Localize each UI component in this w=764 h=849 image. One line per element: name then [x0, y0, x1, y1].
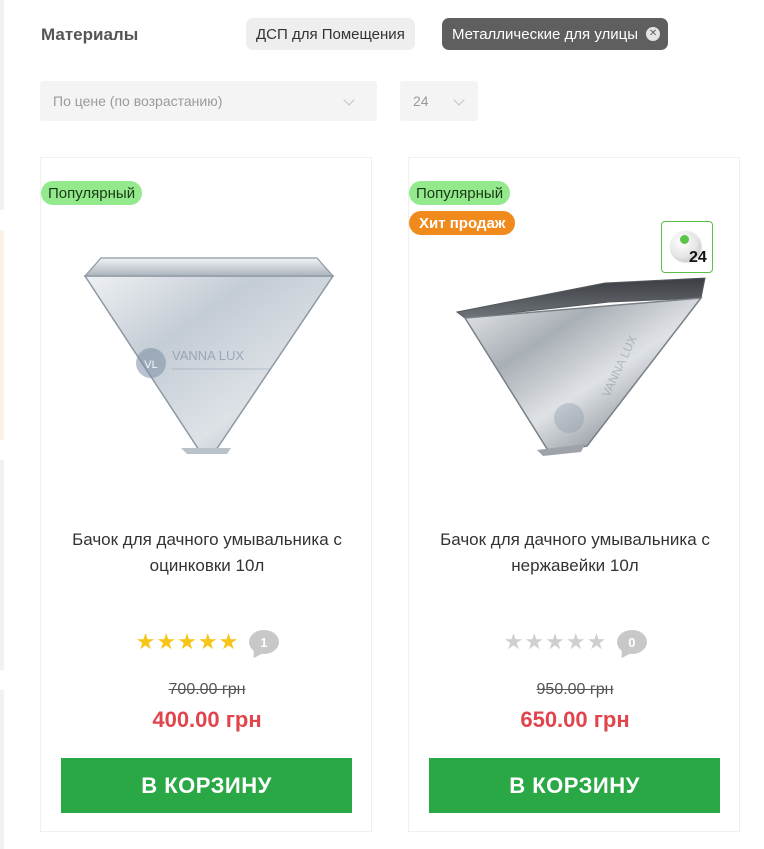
star-icon: ★	[177, 629, 197, 654]
old-price: 950.00 грн	[536, 681, 614, 698]
product-card: Популярный VL VANNA LUX Бачок для дачног…	[40, 157, 372, 832]
product-image[interactable]: VANNA LUX	[409, 228, 741, 528]
add-to-cart-button[interactable]: В КОРЗИНУ	[61, 758, 352, 813]
price: 650.00 грн	[520, 707, 630, 732]
edge-artifact	[0, 230, 4, 440]
sort-select-value: По цене (по возрастанию)	[53, 93, 223, 109]
edge-artifact	[0, 690, 4, 849]
star-icon: ★	[586, 629, 607, 654]
close-icon[interactable]: ✕	[646, 27, 661, 41]
per-page-value: 24	[413, 93, 429, 109]
product-image[interactable]: VL VANNA LUX	[41, 228, 373, 528]
star-icon: ★	[156, 629, 177, 654]
star-icon: ★	[135, 629, 156, 654]
product-title[interactable]: Бачок для дачного умывальника с оцинковк…	[61, 527, 353, 579]
star-icon: ★	[197, 629, 218, 654]
filter-title: Материалы	[41, 25, 139, 44]
watermark-logo-icon	[554, 403, 584, 433]
chevron-down-icon	[453, 94, 465, 106]
filter-chip-metal[interactable]: Металлические для улицы ✕	[442, 18, 669, 50]
product-title[interactable]: Бачок для дачного умывальника с нержавей…	[429, 527, 721, 579]
edge-artifact	[0, 0, 4, 210]
add-to-cart-button[interactable]: В КОРЗИНУ	[429, 758, 720, 813]
star-icon: ★	[524, 629, 545, 654]
image-watermark: VANNA LUX	[172, 348, 244, 363]
filter-chip-dsp[interactable]: ДСП для Помещения	[246, 18, 415, 50]
old-price: 700.00 грн	[168, 681, 246, 698]
price: 400.00 грн	[152, 707, 262, 732]
star-icon: ★	[545, 629, 565, 654]
product-rating: ★ ★ ★ ★ ★ 1	[41, 628, 373, 656]
catalog-page: Материалы ДСП для Помещения Металлически…	[0, 0, 764, 849]
star-icon: ★	[565, 629, 586, 654]
filter-chip-label: ДСП для Помещения	[256, 25, 405, 43]
svg-text:VL: VL	[144, 359, 157, 371]
product-rating: ★ ★ ★ ★ ★ 0	[409, 628, 741, 656]
star-icon: ★	[218, 629, 239, 654]
product-card: Популярный Хит продаж 24 VANNA LUX Бачок…	[408, 157, 740, 832]
star-icon: ★	[503, 629, 524, 654]
edge-artifact	[0, 460, 4, 670]
reviews-count[interactable]: 0	[616, 630, 647, 654]
filter-chip-label: Металлические для улицы	[452, 25, 639, 43]
reviews-count[interactable]: 1	[248, 630, 279, 654]
chevron-down-icon	[343, 94, 355, 106]
per-page-select[interactable]: 24	[400, 81, 478, 121]
popular-badge: Популярный	[409, 181, 511, 205]
sort-select[interactable]: По цене (по возрастанию)	[40, 81, 377, 121]
popular-badge: Популярный	[41, 181, 143, 205]
